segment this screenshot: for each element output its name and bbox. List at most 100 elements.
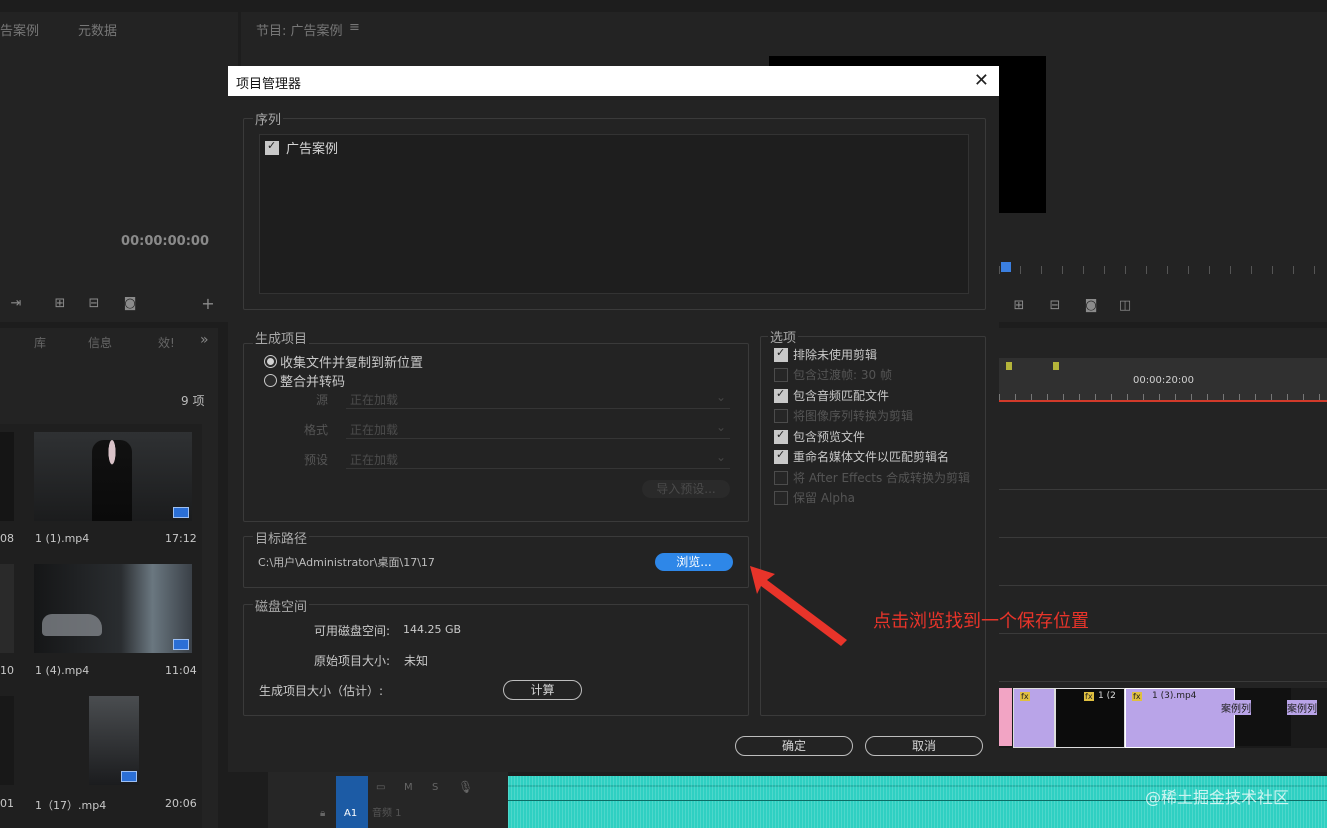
timeline-clip[interactable]: fx 1 (2	[1055, 688, 1125, 748]
lift-icon[interactable]: ⊞	[52, 297, 68, 311]
compare-icon[interactable]: ◫	[1117, 299, 1133, 313]
annotation-text: 点击浏览找到一个保存位置	[873, 611, 1089, 632]
clip-name: 1 (1).mp4	[35, 532, 90, 545]
sequence-list: 广告案例	[259, 134, 969, 294]
project-manager-dialog: 项目管理器 ✕ 序列 广告案例 生成项目 收集文件并复制到新位置 整合并转码 源…	[228, 66, 999, 772]
source-select-value: 正在加载	[350, 393, 399, 407]
dialog-titlebar[interactable]: 项目管理器 ✕	[228, 66, 999, 96]
timeline-clip[interactable]	[999, 688, 1012, 746]
conform-audio-checkbox[interactable]	[774, 387, 788, 403]
clip-thumbnail[interactable]	[34, 564, 192, 653]
program-controls: ⊞ ⊟ ◙ ◫	[999, 294, 1327, 318]
preset-field-label: 预设	[304, 453, 329, 467]
marker-icon[interactable]	[1006, 362, 1012, 370]
tab-info[interactable]: 信息	[88, 334, 112, 351]
project-grid: 08 10 01 1 (1).mp4 17:12 1 (4).mp4 11:04…	[0, 424, 202, 828]
add-icon[interactable]: +	[200, 296, 216, 312]
camera-icon[interactable]: ◙	[1083, 299, 1099, 313]
tab-ad-case[interactable]: 告案例	[0, 20, 39, 39]
clip-left-time: 10	[0, 664, 14, 677]
clip-name: 1（17）.mp4	[35, 799, 107, 812]
transcode-radio[interactable]	[264, 374, 277, 387]
clip-left-time: 08	[0, 532, 14, 545]
insert-icon[interactable]: ⇥	[8, 297, 24, 311]
mic-icon[interactable]: 🎙︎	[458, 780, 473, 794]
project-panel: 库 信息 效! » 9 项 08 10 01 1 (1).mp4 17:12 1…	[0, 328, 218, 828]
track-name: 音频 1	[372, 808, 402, 819]
camera-icon[interactable]: ◙	[122, 297, 138, 311]
chevron-down-icon: ⌄	[715, 450, 726, 464]
sequence-checkbox[interactable]	[265, 139, 279, 155]
extract-icon[interactable]: ⊟	[86, 297, 102, 311]
solo-button[interactable]: S	[432, 782, 438, 793]
panel-overflow-icon[interactable]: »	[200, 332, 209, 348]
clip-thumb-partial[interactable]	[0, 564, 14, 653]
format-select: 正在加载 ⌄	[346, 420, 730, 439]
clip-thumb-partial[interactable]	[0, 432, 14, 521]
tab-metadata[interactable]: 元数据	[78, 20, 117, 39]
rename-media-checkbox[interactable]	[774, 448, 788, 464]
program-tab[interactable]: 节目: 广告案例	[256, 20, 343, 39]
clip-left-time: 01	[0, 797, 14, 810]
close-icon[interactable]: ✕	[974, 70, 989, 91]
preserve-alpha-checkbox	[774, 491, 788, 505]
mute-button[interactable]: M	[404, 782, 413, 793]
clip-thumb-partial[interactable]	[0, 696, 14, 785]
program-playhead[interactable]	[1001, 262, 1011, 272]
timeline-clip[interactable]: fx 1 (3).mp4	[1125, 688, 1235, 748]
lift-icon[interactable]: ⊞	[1011, 299, 1027, 313]
browse-button[interactable]: 浏览...	[655, 553, 733, 571]
dialog-title: 项目管理器	[236, 77, 302, 92]
lock-icon[interactable]: 🔒︎	[320, 808, 325, 819]
track-target-a1[interactable]: A1	[336, 776, 368, 828]
car-shape	[42, 614, 102, 636]
rename-media-label: 重命名媒体文件以匹配剪辑名	[793, 450, 950, 464]
timeline-ruler[interactable]: 00:00:20:00	[999, 358, 1327, 402]
tab-library[interactable]: 库	[34, 334, 46, 351]
destination-path: C:\用户\Administrator\桌面\17\17	[258, 556, 435, 569]
program-menu-icon[interactable]: ≡	[349, 20, 360, 35]
sync-icon[interactable]: ▭	[376, 782, 385, 793]
timeline-clip[interactable]: 案例列	[1287, 688, 1327, 746]
preserve-alpha-label: 保留 Alpha	[793, 491, 855, 505]
format-select-value: 正在加载	[350, 423, 399, 437]
marker-icon[interactable]	[1053, 362, 1059, 370]
ae-convert-label: 将 After Effects 合成转换为剪辑	[793, 471, 971, 485]
timeline-clip[interactable]: fx	[1013, 688, 1055, 748]
handles-label: 包含过渡帧: 30 帧	[793, 368, 892, 382]
ok-button[interactable]: 确定	[735, 736, 853, 756]
timeline-clip[interactable]: 案例列	[1221, 688, 1291, 746]
conform-audio-label: 包含音频匹配文件	[793, 389, 890, 403]
clip-thumbnail[interactable]	[34, 432, 192, 521]
transcode-radio-label: 整合并转码	[280, 375, 346, 390]
handles-checkbox	[774, 368, 788, 382]
track-label: A1	[344, 808, 358, 819]
extract-icon[interactable]: ⊟	[1047, 299, 1063, 313]
program-ruler[interactable]	[999, 256, 1327, 274]
clip-thumbnail[interactable]	[89, 696, 139, 785]
work-area-bar[interactable]	[999, 400, 1327, 402]
clip-badge-icon	[173, 507, 189, 518]
fx-badge: fx	[1084, 692, 1094, 701]
calculate-button[interactable]: 计算	[503, 680, 582, 700]
clip-label: 1 (2	[1098, 691, 1116, 701]
watermark: @稀土掘金技术社区	[1145, 788, 1290, 807]
timeline-timecode: 00:00:20:00	[1133, 375, 1195, 386]
clip-label: 案例列	[1287, 700, 1317, 715]
tab-effects[interactable]: 效!	[158, 334, 175, 351]
image-seq-checkbox	[774, 409, 788, 423]
clip-duration: 20:06	[165, 797, 197, 810]
disk-space-group-label: 磁盘空间	[253, 596, 310, 615]
preview-files-label: 包含预览文件	[793, 430, 866, 444]
copy-radio[interactable]	[264, 355, 277, 368]
cancel-button[interactable]: 取消	[865, 736, 983, 756]
available-value: 144.25 GB	[403, 623, 462, 636]
clip-badge-icon	[173, 639, 189, 650]
chevron-down-icon: ⌄	[715, 420, 726, 434]
exclude-unused-checkbox[interactable]	[774, 346, 788, 362]
timeline-panel: 00:00:20:00 fx fx 1 (2 fx 1 (3).mp4 案例列 …	[999, 328, 1327, 772]
copy-radio-label: 收集文件并复制到新位置	[280, 356, 424, 371]
exclude-unused-label: 排除未使用剪辑	[793, 348, 878, 362]
preview-files-checkbox[interactable]	[774, 428, 788, 444]
original-size-label: 原始项目大小:	[314, 654, 391, 668]
